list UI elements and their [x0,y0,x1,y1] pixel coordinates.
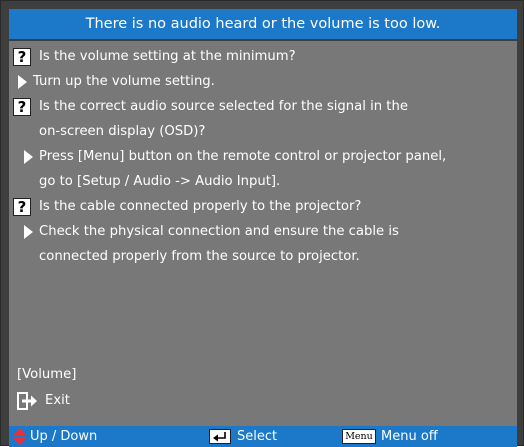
exit-label: Exit [45,393,70,408]
list-item: Press [Menu] button on the remote contro… [9,145,517,169]
list-item: go to [Setup / Audio -> Audio Input]. [9,170,517,194]
answer-text: Check the physical connection and ensure… [39,224,399,239]
menu-off-label: Menu off [381,429,438,444]
question-text: Is the correct audio source selected for… [39,99,408,114]
answer-text-continued: go to [Setup / Audio -> Audio Input]. [39,174,281,189]
list-item: ? Is the cable connected properly to the… [9,195,517,219]
question-icon: ? [13,198,31,216]
arrow-right-icon [24,150,33,164]
answer-text-continued: connected properly from the source to pr… [39,249,360,264]
osd-window: There is no audio heard or the volume is… [0,0,524,447]
answer-text: Turn up the volume setting. [33,74,215,89]
question-icon: ? [13,98,31,116]
arrow-right-icon [24,225,33,239]
question-text: Is the volume setting at the minimum? [39,49,296,64]
list-item: connected properly from the source to pr… [9,245,517,269]
question-icon: ? [13,48,31,66]
troubleshooting-content: ? Is the volume setting at the minimum? … [9,41,517,426]
answer-text: Press [Menu] button on the remote contro… [39,149,447,164]
arrow-right-icon [18,75,27,89]
title-bar: There is no audio heard or the volume is… [9,9,517,39]
section-label: [Volume] [17,367,77,382]
page-title: There is no audio heard or the volume is… [85,16,441,32]
list-item: ? Is the correct audio source selected f… [9,95,517,119]
exit-icon [17,392,37,410]
list-item: on-screen display (OSD)? [9,120,517,144]
menu-key-icon: Menu [342,429,376,444]
list-item: ? Is the volume setting at the minimum? [9,45,517,69]
navigation-bar: Up / Down Select Menu Menu off [9,426,517,447]
question-text-continued: on-screen display (OSD)? [39,124,206,139]
menu-off-hint: Menu Menu off [9,426,517,447]
list-item: Check the physical connection and ensure… [9,220,517,244]
list-item: Turn up the volume setting. [9,70,517,94]
question-text: Is the cable connected properly to the p… [39,199,362,214]
exit-button[interactable]: Exit [9,389,129,413]
